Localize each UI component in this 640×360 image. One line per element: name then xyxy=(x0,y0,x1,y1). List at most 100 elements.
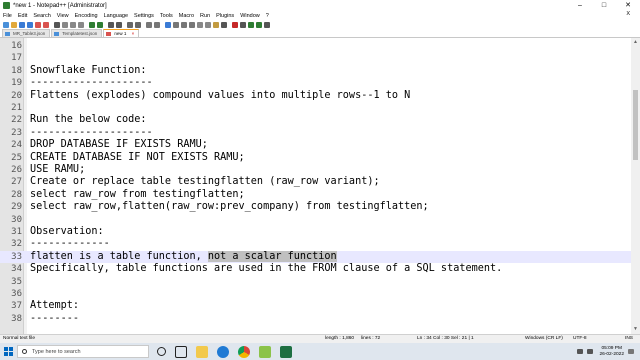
menu-file[interactable]: File xyxy=(3,13,12,19)
editor-line[interactable]: 37 Attempt: xyxy=(0,300,631,312)
tab-mr-table3[interactable]: MR_Table3.json xyxy=(2,29,51,37)
paste-icon[interactable] xyxy=(78,21,84,28)
save-all-icon[interactable] xyxy=(27,21,33,28)
editor-line[interactable]: 16 xyxy=(0,40,631,52)
close-document-button[interactable]: X xyxy=(626,11,630,17)
editor-line[interactable]: 30 xyxy=(0,214,631,226)
menu-run[interactable]: Run xyxy=(200,13,210,19)
copy-icon[interactable] xyxy=(70,21,76,28)
function-list-icon[interactable] xyxy=(205,21,211,28)
menu-window[interactable]: Window xyxy=(240,13,260,19)
indent-guide-icon[interactable] xyxy=(181,21,187,28)
editor-line[interactable]: 21 xyxy=(0,102,631,114)
text-selection[interactable]: not a scalar function xyxy=(207,250,337,262)
line-number: 17 xyxy=(11,53,22,64)
scroll-down-icon[interactable]: ▼ xyxy=(631,325,640,334)
stop-macro-icon[interactable] xyxy=(240,21,246,28)
excel-icon[interactable] xyxy=(280,345,292,358)
menu-tools[interactable]: Tools xyxy=(160,13,173,19)
taskbar-search-box[interactable]: Type here to search xyxy=(17,345,149,358)
editor-line[interactable]: 19 -------------------- xyxy=(0,77,631,89)
vertical-scrollbar[interactable]: ▲ ▼ xyxy=(631,38,640,334)
folder-workspace-icon[interactable] xyxy=(213,21,219,28)
line-number: 16 xyxy=(11,41,22,51)
edge-icon[interactable] xyxy=(217,345,229,358)
show-all-icon[interactable] xyxy=(173,21,179,28)
save-macro-icon[interactable] xyxy=(264,21,270,28)
editor-line[interactable]: 18 Snowflake Function: xyxy=(0,65,631,77)
editor-line[interactable]: 20 Flattens (explodes) compound values in… xyxy=(0,90,631,102)
find-icon[interactable] xyxy=(108,21,114,28)
replace-icon[interactable] xyxy=(116,21,122,28)
redo-icon[interactable] xyxy=(97,21,103,28)
tab-new-1[interactable]: new 1 × xyxy=(103,29,140,37)
scroll-up-icon[interactable]: ▲ xyxy=(631,38,640,47)
editor-line[interactable]: 24 DROP DATABASE IF EXISTS RAMU; xyxy=(0,139,631,151)
new-file-icon[interactable] xyxy=(3,21,9,28)
maximize-button[interactable]: □ xyxy=(592,0,616,11)
run-macro-icon[interactable] xyxy=(256,21,262,28)
menu-view[interactable]: View xyxy=(57,13,69,19)
print-icon[interactable] xyxy=(54,21,60,28)
open-file-icon[interactable] xyxy=(11,21,17,28)
minimize-button[interactable]: – xyxy=(568,0,592,11)
editor-line[interactable]: 33 flatten is a table function, not a sca… xyxy=(0,250,631,264)
save-icon[interactable] xyxy=(19,21,25,28)
text-editor[interactable]: 16 17 18 Snowflake Function: 19 -------------… xyxy=(0,38,631,334)
line-text-content: -------------------- xyxy=(30,77,153,89)
task-view-icon[interactable] xyxy=(175,345,187,358)
notepadpp-icon[interactable] xyxy=(259,345,271,358)
start-button[interactable] xyxy=(0,343,17,360)
chrome-icon[interactable] xyxy=(238,345,250,358)
editor-line[interactable]: 23 -------------------- xyxy=(0,127,631,139)
menu-search[interactable]: Search xyxy=(33,13,50,19)
editor-line[interactable]: 32 ------------- xyxy=(0,238,631,250)
lang-icon[interactable] xyxy=(189,21,195,28)
editor-line[interactable]: 34 Specifically, table functions are used… xyxy=(0,263,631,275)
cortana-icon[interactable] xyxy=(157,347,166,356)
close-icon[interactable] xyxy=(35,21,41,28)
editor-line[interactable]: 29 select raw_row,flatten(raw_row:prev_co… xyxy=(0,201,631,213)
tab-close-icon[interactable]: × xyxy=(132,31,135,36)
menu-edit[interactable]: Edit xyxy=(18,13,27,19)
cut-icon[interactable] xyxy=(62,21,68,28)
menu-language[interactable]: Language xyxy=(104,13,128,19)
play-macro-icon[interactable] xyxy=(248,21,254,28)
editor-line[interactable]: 35 xyxy=(0,276,631,288)
editor-line[interactable]: 38 -------- xyxy=(0,313,631,325)
menu-help[interactable]: ? xyxy=(266,13,269,19)
volume-icon[interactable] xyxy=(587,349,594,354)
scroll-thumb[interactable] xyxy=(633,90,638,160)
editor-line[interactable]: 36 xyxy=(0,288,631,300)
sync-v-icon[interactable] xyxy=(146,21,152,28)
monitor-icon[interactable] xyxy=(221,21,227,28)
menu-settings[interactable]: Settings xyxy=(134,13,154,19)
tab-templatetest[interactable]: Templatetest.json xyxy=(51,29,103,37)
menu-macro[interactable]: Macro xyxy=(179,13,194,19)
file-saved-icon xyxy=(54,32,60,36)
editor-line[interactable]: 28 select raw_row from testingflatten; xyxy=(0,189,631,201)
doc-map-icon[interactable] xyxy=(197,21,203,28)
sync-h-icon[interactable] xyxy=(154,21,160,28)
line-text: Create or replace table testingflatten (… xyxy=(30,176,380,188)
editor-line[interactable]: 31 Observation: xyxy=(0,226,631,238)
menu-plugins[interactable]: Plugins xyxy=(216,13,234,19)
editor-line[interactable]: 26 USE RAMU; xyxy=(0,164,631,176)
menu-encoding[interactable]: Encoding xyxy=(75,13,98,19)
line-text-content: CREATE DATABASE IF NOT EXISTS RAMU; xyxy=(30,151,245,163)
editor-line[interactable]: 22 Run the below code: xyxy=(0,114,631,126)
notification-icon[interactable] xyxy=(628,349,634,354)
zoom-out-icon[interactable] xyxy=(135,21,141,28)
clock[interactable]: 05:09 PM 26-02-2022 xyxy=(599,346,624,358)
network-icon[interactable] xyxy=(577,349,584,354)
record-macro-icon[interactable] xyxy=(232,21,238,28)
editor-line[interactable]: 27 Create or replace table testingflatten… xyxy=(0,176,631,188)
close-window-button[interactable]: ✕ xyxy=(616,0,640,11)
editor-line[interactable]: 17 xyxy=(0,52,631,64)
file-explorer-icon[interactable] xyxy=(196,345,208,358)
undo-icon[interactable] xyxy=(89,21,95,28)
editor-line[interactable]: 25 CREATE DATABASE IF NOT EXISTS RAMU; xyxy=(0,152,631,164)
word-wrap-icon[interactable] xyxy=(165,21,171,28)
close-all-icon[interactable] xyxy=(43,21,49,28)
zoom-in-icon[interactable] xyxy=(127,21,133,28)
